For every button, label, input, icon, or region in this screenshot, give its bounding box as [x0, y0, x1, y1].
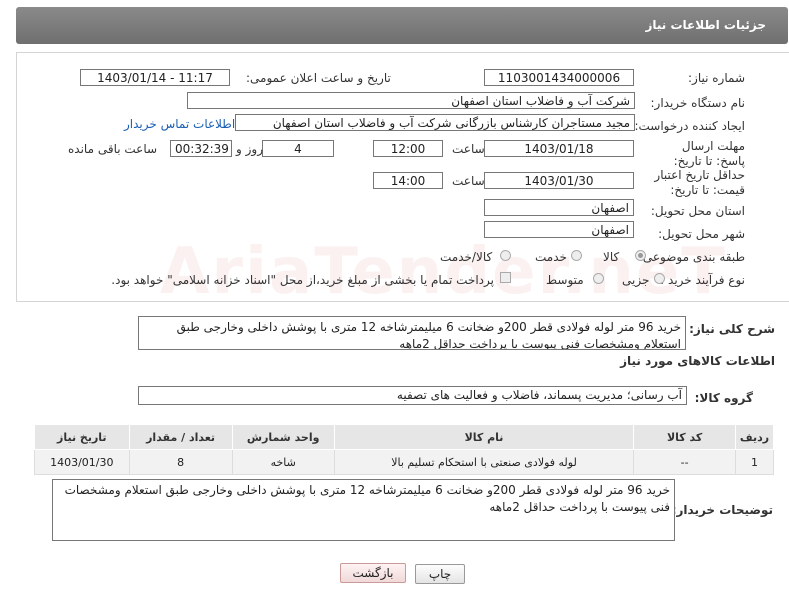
buyer-org-label: نام دستگاه خریدار:	[650, 96, 746, 110]
table-row: 1403/01/30 8 شاخه لوله فولادی صنعتی با ا…	[34, 449, 774, 475]
deadline-time-field: 12:00	[373, 140, 443, 157]
category-option-service: خدمت	[535, 250, 567, 264]
process-option-medium: متوسط	[546, 273, 584, 287]
cell-goods-code: --	[633, 449, 737, 475]
col-row-index: ردیف	[735, 424, 774, 450]
need-number-field: 1103001434000006	[484, 69, 634, 86]
cell-need-date: 1403/01/30	[34, 449, 130, 475]
contact-buyer-link[interactable]: اطلاعات تماس خریدار	[124, 117, 235, 131]
category-option-goods: کالا	[603, 250, 620, 264]
goods-group-label: گروه کالا:	[694, 391, 753, 405]
creator-field: مجید مستاجران کارشناس بازرگانی شرکت آب و…	[235, 114, 635, 131]
category-option-both: کالا/خدمت	[440, 250, 493, 264]
col-unit: واحد شمارش	[231, 424, 335, 450]
announce-label: تاریخ و ساعت اعلان عمومی:	[246, 71, 391, 85]
col-goods-code: کد کالا	[633, 424, 737, 450]
validity-time-label: ساعت	[452, 174, 485, 188]
remaining-time-field: 00:32:39	[170, 140, 232, 157]
validity-date-field: 1403/01/30	[484, 172, 634, 189]
back-button[interactable]: بازگشت	[340, 563, 406, 583]
city-field: اصفهان	[484, 221, 634, 238]
category-radio-service[interactable]	[571, 250, 582, 261]
province-label: استان محل تحویل:	[650, 204, 745, 218]
watermark: AriaTender.neT	[160, 235, 727, 309]
col-need-date: تاریخ نیاز	[34, 424, 130, 450]
col-quantity: تعداد / مقدار	[128, 424, 233, 450]
category-label: طبقه بندی موضوعی:	[638, 250, 745, 264]
deadline-date-field: 1403/01/18	[484, 140, 634, 157]
announce-field: 1403/01/14 - 11:17	[80, 69, 230, 86]
category-radio-both[interactable]	[500, 250, 511, 261]
goods-section-title: اطلاعات کالاهای مورد نیاز	[620, 354, 775, 368]
col-goods-name: نام کالا	[333, 424, 635, 450]
treasury-payment-note: پرداخت تمام یا بخشی از مبلغ خرید،از محل …	[111, 273, 494, 287]
buyer-notes-text: خرید 96 متر لوله فولادی قطر 200و ضخانت 6…	[52, 479, 675, 541]
remaining-label: ساعت باقی مانده	[68, 142, 158, 156]
page-title: جزئیات اطلاعات نیاز	[645, 18, 766, 32]
treasury-payment-checkbox[interactable]	[500, 272, 511, 283]
creator-label: ایجاد کننده درخواست:	[634, 119, 745, 133]
validity-time-field: 14:00	[373, 172, 443, 189]
days-label: روز و	[236, 142, 263, 156]
process-radio-medium[interactable]	[593, 273, 604, 284]
process-label: نوع فرآیند خرید :	[660, 273, 745, 287]
goods-table-header: تاریخ نیاز تعداد / مقدار واحد شمارش نام …	[34, 424, 774, 450]
validity-label: حداقل تاریخ اعتبار قیمت: تا تاریخ:	[654, 168, 745, 197]
summary-text: خرید 96 متر لوله فولادی قطر 200و ضخانت 6…	[138, 316, 686, 350]
cell-quantity: 8	[128, 449, 233, 475]
days-field: 4	[262, 140, 334, 157]
goods-table: تاریخ نیاز تعداد / مقدار واحد شمارش نام …	[34, 424, 774, 475]
cell-unit: شاخه	[231, 449, 335, 475]
need-number-label: شماره نیاز:	[688, 71, 745, 85]
category-radio-goods[interactable]	[635, 250, 646, 261]
cell-goods-name: لوله فولادی صنعتی با استحکام تسلیم بالا	[333, 449, 635, 475]
deadline-time-label: ساعت	[452, 142, 485, 156]
process-option-minor: جزیی	[622, 273, 650, 287]
cell-row-index: 1	[735, 449, 774, 475]
city-label: شهر محل تحویل:	[658, 227, 745, 241]
page-header: جزئیات اطلاعات نیاز	[16, 7, 788, 44]
deadline-label: مهلت ارسال پاسخ: تا تاریخ:	[673, 139, 745, 168]
province-field: اصفهان	[484, 199, 634, 216]
print-button[interactable]: چاپ	[415, 564, 465, 584]
summary-label: شرح کلی نیاز:	[689, 322, 775, 336]
process-radio-minor[interactable]	[654, 273, 665, 284]
buyer-notes-label: توضیحات خریدار:	[671, 503, 773, 517]
buyer-org-field: شرکت آب و فاضلاب استان اصفهان	[187, 92, 635, 109]
goods-group-field: آب رسانی؛ مدیریت پسماند، فاضلاب و فعالیت…	[138, 386, 687, 405]
